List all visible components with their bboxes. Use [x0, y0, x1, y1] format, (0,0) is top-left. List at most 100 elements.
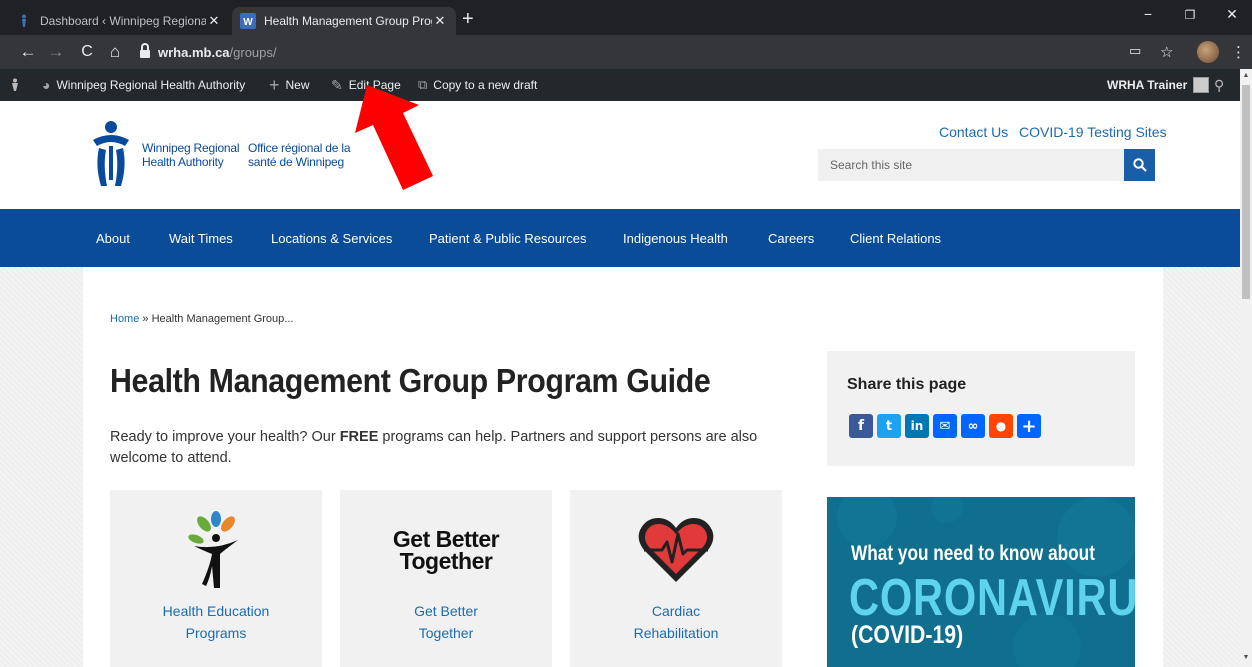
bookmark-star-icon[interactable]: ☆ [1160, 43, 1173, 61]
search-input[interactable]: Search this site [818, 149, 1124, 181]
breadcrumb-current: Health Management Group... [151, 313, 294, 325]
covid-banner[interactable]: What you need to know about CORONAVIRUS … [827, 497, 1135, 667]
close-tab-icon[interactable]: ✕ [432, 13, 448, 29]
page-title: Health Management Group Program Guide [110, 362, 711, 399]
svg-text:W: W [243, 17, 253, 28]
adminbar-new[interactable]: + New [269, 69, 310, 101]
scroll-up-arrow-icon[interactable]: ▲ [1240, 72, 1252, 79]
adminbar-copy-draft[interactable]: ⧉ Copy to a new draft [418, 69, 537, 101]
browser-toolbar: ← → C ⌂ wrha.mb.ca/groups/ ▭ ☆ ⋮ [0, 35, 1252, 69]
nav-indigenous-health[interactable]: Indigenous Health [623, 231, 728, 246]
wrha-favicon-icon [16, 13, 32, 29]
tab-title: Dashboard ‹ Winnipeg Regional H [40, 14, 206, 28]
nav-client-relations[interactable]: Client Relations [850, 231, 941, 246]
linkedin-icon[interactable]: in [905, 414, 929, 438]
logo-text-fr: Office régional de la santé de Winnipeg [248, 141, 351, 169]
card-label-line1: Cardiac [651, 603, 701, 619]
minimize-icon[interactable]: − [1133, 6, 1163, 22]
covid-testing-sites-link[interactable]: COVID-19 Testing Sites [1019, 124, 1167, 140]
profile-avatar-icon[interactable] [1197, 41, 1219, 63]
card-label-line1: Health Education [162, 603, 270, 619]
scroll-down-arrow-icon[interactable]: ▼ [1240, 654, 1252, 661]
card-label-line2: Rehabilitation [633, 625, 719, 641]
new-tab-plus-icon[interactable]: + [462, 9, 474, 29]
pencil-icon: ✎ [331, 76, 343, 93]
covid-line1: What you need to know about [851, 542, 1095, 565]
dashboard-gauge-icon: ◕ [42, 77, 51, 93]
copy-link-icon[interactable]: ∞ [961, 414, 985, 438]
url-path: /groups/ [229, 44, 277, 60]
card-label[interactable]: Health Education Programs [110, 600, 322, 644]
logo-fr-line2: santé de Winnipeg [248, 155, 344, 169]
user-label: WRHA Trainer [1107, 78, 1188, 92]
logo-en-line2: Health Authority [142, 155, 224, 169]
home-icon[interactable]: ⌂ [105, 42, 125, 62]
page-scrollbar[interactable]: ▲ ▼ [1240, 69, 1252, 667]
adminbar-search-icon[interactable]: ⚲ [1214, 69, 1224, 101]
wrha-logo-icon[interactable] [89, 120, 133, 188]
nav-patient-public-resources[interactable]: Patient & Public Resources [429, 231, 587, 246]
heart-ekg-icon [638, 518, 714, 582]
wp-admin-bar: ◕ Winnipeg Regional Health Authority + N… [0, 69, 1240, 101]
twitter-icon[interactable]: t [877, 414, 901, 438]
site-name-label: Winnipeg Regional Health Authority [56, 78, 246, 92]
forward-arrow-icon[interactable]: → [46, 42, 66, 62]
window-close-icon[interactable]: ✕ [1217, 6, 1247, 23]
logo-text-en: Winnipeg Regional Health Authority [142, 141, 240, 169]
lock-icon [140, 42, 150, 58]
scrollbar-thumb[interactable] [1242, 85, 1250, 299]
more-share-icon[interactable]: + [1017, 414, 1041, 438]
plus-icon: + [269, 74, 280, 95]
nav-locations-services[interactable]: Locations & Services [271, 231, 392, 246]
nav-wait-times[interactable]: Wait Times [169, 231, 233, 246]
tab-health-management[interactable]: W Health Management Group Prog ✕ [232, 7, 456, 35]
covid-line2: CORONAVIRUS [849, 569, 1135, 627]
search-icon [1132, 158, 1147, 172]
share-icons: f t in ✉ ∞ ● + [849, 414, 1041, 438]
logo-fr-line1: Office régional de la [248, 141, 351, 155]
adminbar-user[interactable]: WRHA Trainer [1107, 69, 1210, 101]
adminbar-site-name[interactable]: ◕ Winnipeg Regional Health Authority [42, 69, 245, 101]
email-icon[interactable]: ✉ [933, 414, 957, 438]
card-get-better-together[interactable]: Get Better Together Get Better Together [340, 490, 552, 667]
contact-us-link[interactable]: Contact Us [939, 124, 1008, 140]
nav-about[interactable]: About [96, 231, 130, 246]
tab-title: Health Management Group Prog [264, 14, 432, 28]
address-bar[interactable]: wrha.mb.ca/groups/ [140, 40, 1120, 64]
intro-text: Ready to improve your health? Our FREE p… [110, 427, 770, 469]
search-button[interactable] [1124, 149, 1155, 181]
close-tab-icon[interactable]: ✕ [206, 13, 222, 29]
gbt-logo-line1: Get Better [392, 526, 500, 552]
card-health-education[interactable]: Health Education Programs [110, 490, 322, 667]
cast-icon[interactable]: ▭ [1129, 43, 1141, 59]
url-host: wrha.mb.ca [158, 44, 230, 60]
intro-bold: FREE [339, 429, 379, 445]
breadcrumb: Home » Health Management Group... [110, 313, 293, 325]
main-navigation: About Wait Times Locations & Services Pa… [0, 209, 1240, 267]
back-arrow-icon[interactable]: ← [18, 42, 38, 62]
card-cardiac-rehabilitation[interactable]: Cardiac Rehabilitation [570, 490, 782, 667]
copy-draft-label: Copy to a new draft [433, 78, 538, 92]
card-label[interactable]: Get Better Together [340, 600, 552, 644]
wrha-logo-icon[interactable] [10, 69, 20, 101]
nav-careers[interactable]: Careers [768, 231, 814, 246]
card-label-line1: Get Better [414, 603, 478, 619]
intro-before: Ready to improve your health? Our [110, 429, 340, 445]
share-title: Share this page [847, 376, 967, 393]
get-better-together-logo: Get Better Together [340, 526, 552, 573]
share-box: Share this page f t in ✉ ∞ ● + [827, 351, 1135, 466]
tab-dashboard[interactable]: Dashboard ‹ Winnipeg Regional H ✕ [8, 7, 230, 35]
restore-icon[interactable]: ❐ [1175, 8, 1205, 22]
card-label-line2: Programs [185, 625, 247, 641]
breadcrumb-separator: » [142, 313, 149, 325]
facebook-icon[interactable]: f [849, 414, 873, 438]
health-education-figure-icon [188, 511, 238, 588]
breadcrumb-home-link[interactable]: Home [110, 313, 139, 325]
wordpress-favicon-icon: W [240, 13, 256, 29]
menu-kebab-icon[interactable]: ⋮ [1231, 43, 1246, 61]
reload-icon[interactable]: C [77, 42, 97, 62]
covid-line3: (COVID-19) [851, 621, 964, 649]
reddit-icon[interactable]: ● [989, 414, 1013, 438]
logo-en-line1: Winnipeg Regional [142, 141, 240, 155]
card-label[interactable]: Cardiac Rehabilitation [570, 600, 782, 644]
